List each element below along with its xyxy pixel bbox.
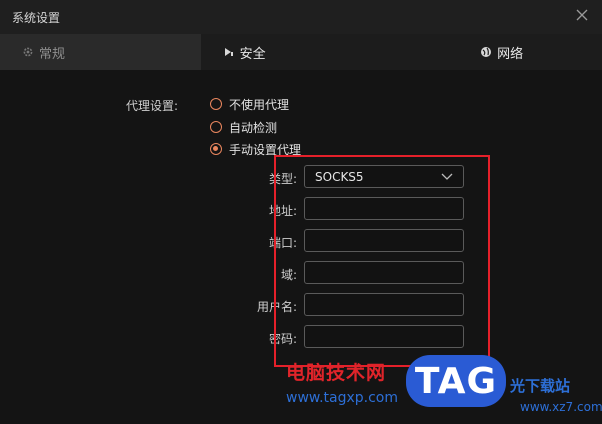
- annotation-highlight-box: [274, 155, 490, 367]
- close-button[interactable]: [574, 7, 590, 23]
- tab-security-label: 安全: [239, 46, 266, 62]
- security-icon: [223, 46, 235, 58]
- close-icon: [576, 9, 588, 21]
- proxy-section-label: 代理设置:: [126, 99, 179, 113]
- watermark-site: 光下载站: [510, 377, 571, 395]
- radio-label: 不使用代理: [229, 97, 290, 112]
- radio-label: 自动检测: [229, 120, 278, 135]
- tab-network[interactable]: 网络: [401, 34, 602, 70]
- window-title: 系统设置: [12, 11, 61, 25]
- watermark-text: 电脑技术网: [286, 362, 387, 384]
- tab-general[interactable]: 常规: [0, 34, 201, 70]
- radio-button-selected[interactable]: [210, 143, 222, 155]
- radio-no-proxy[interactable]: 不使用代理: [210, 95, 289, 113]
- title-bar: 系统设置: [0, 0, 602, 34]
- globe-icon: [480, 46, 492, 58]
- radio-auto-detect[interactable]: 自动检测: [210, 118, 277, 136]
- watermark-logo: TAG: [406, 355, 506, 407]
- radio-button[interactable]: [210, 121, 222, 133]
- radio-button[interactable]: [210, 98, 222, 110]
- tab-general-label: 常规: [39, 46, 66, 62]
- watermark-url: www.tagxp.com: [286, 390, 398, 406]
- gear-icon: [22, 46, 34, 58]
- watermark-site-url: www.xz7.com: [520, 400, 602, 414]
- tab-network-label: 网络: [497, 46, 524, 62]
- tab-security[interactable]: 安全: [200, 34, 402, 70]
- watermark-badge-text: TAG: [414, 360, 498, 402]
- tab-bar: 常规 安全 网络: [0, 34, 602, 70]
